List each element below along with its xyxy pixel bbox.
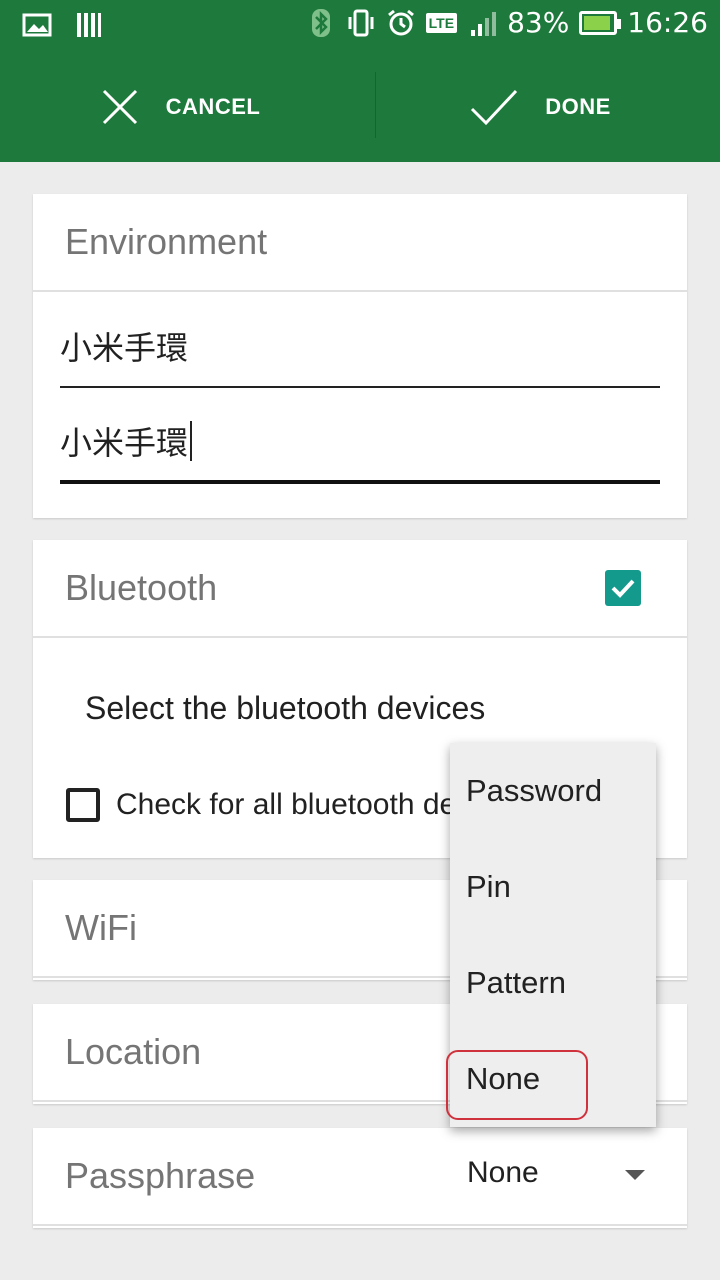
environment-description-input[interactable]: 小米手環 — [60, 388, 660, 484]
dropdown-arrow-icon[interactable] — [625, 1170, 645, 1180]
bluetooth-enabled-checkbox[interactable] — [605, 570, 641, 606]
signal-icon — [471, 11, 497, 36]
bluetooth-header[interactable]: Bluetooth — [33, 540, 687, 638]
action-bar-divider — [375, 72, 376, 138]
alarm-icon — [387, 9, 414, 35]
cancel-button[interactable]: CANCEL — [0, 52, 360, 162]
environment-name-value: 小米手環 — [60, 329, 189, 367]
environment-description-value: 小米手環 — [60, 424, 189, 462]
cancel-label: CANCEL — [165, 94, 261, 119]
popup-item-password[interactable]: Password — [450, 743, 656, 839]
done-label: DONE — [545, 94, 611, 119]
close-icon — [102, 89, 137, 125]
environment-header: Environment — [33, 194, 687, 292]
bluetooth-icon — [311, 8, 330, 37]
done-button[interactable]: DONE — [360, 52, 720, 162]
check-icon — [611, 579, 635, 598]
check-all-bluetooth-checkbox[interactable] — [66, 788, 100, 822]
passphrase-popup-menu: Password Pin Pattern None — [450, 743, 656, 1127]
vibrate-icon — [348, 9, 374, 36]
status-bar: LTE 83% 16:26 — [0, 0, 720, 52]
environment-card: Environment 小米手環 小米手環 — [33, 194, 687, 518]
battery-percent: 83% — [507, 6, 570, 39]
image-notification-icon — [22, 13, 52, 37]
popup-item-pin[interactable]: Pin — [450, 839, 656, 935]
popup-item-pattern[interactable]: Pattern — [450, 935, 656, 1031]
action-bar: CANCEL DONE — [0, 52, 720, 162]
bluetooth-header-label: Bluetooth — [65, 567, 218, 608]
barcode-notification-icon — [77, 13, 101, 37]
lte-badge: LTE — [425, 12, 458, 33]
checkmark-icon — [471, 89, 518, 126]
battery-charging-icon — [579, 10, 622, 35]
passphrase-card: Passphrase None — [33, 1128, 687, 1228]
environment-name-input[interactable]: 小米手環 — [60, 292, 660, 388]
passphrase-dropdown-value[interactable]: None — [467, 1156, 539, 1190]
clock: 16:26 — [627, 6, 708, 39]
passphrase-label: Passphrase — [65, 1155, 256, 1196]
select-bluetooth-devices-label[interactable]: Select the bluetooth devices — [85, 690, 485, 727]
text-cursor — [190, 421, 193, 461]
popup-item-none[interactable]: None — [450, 1031, 656, 1127]
passphrase-header: Passphrase — [33, 1128, 687, 1226]
